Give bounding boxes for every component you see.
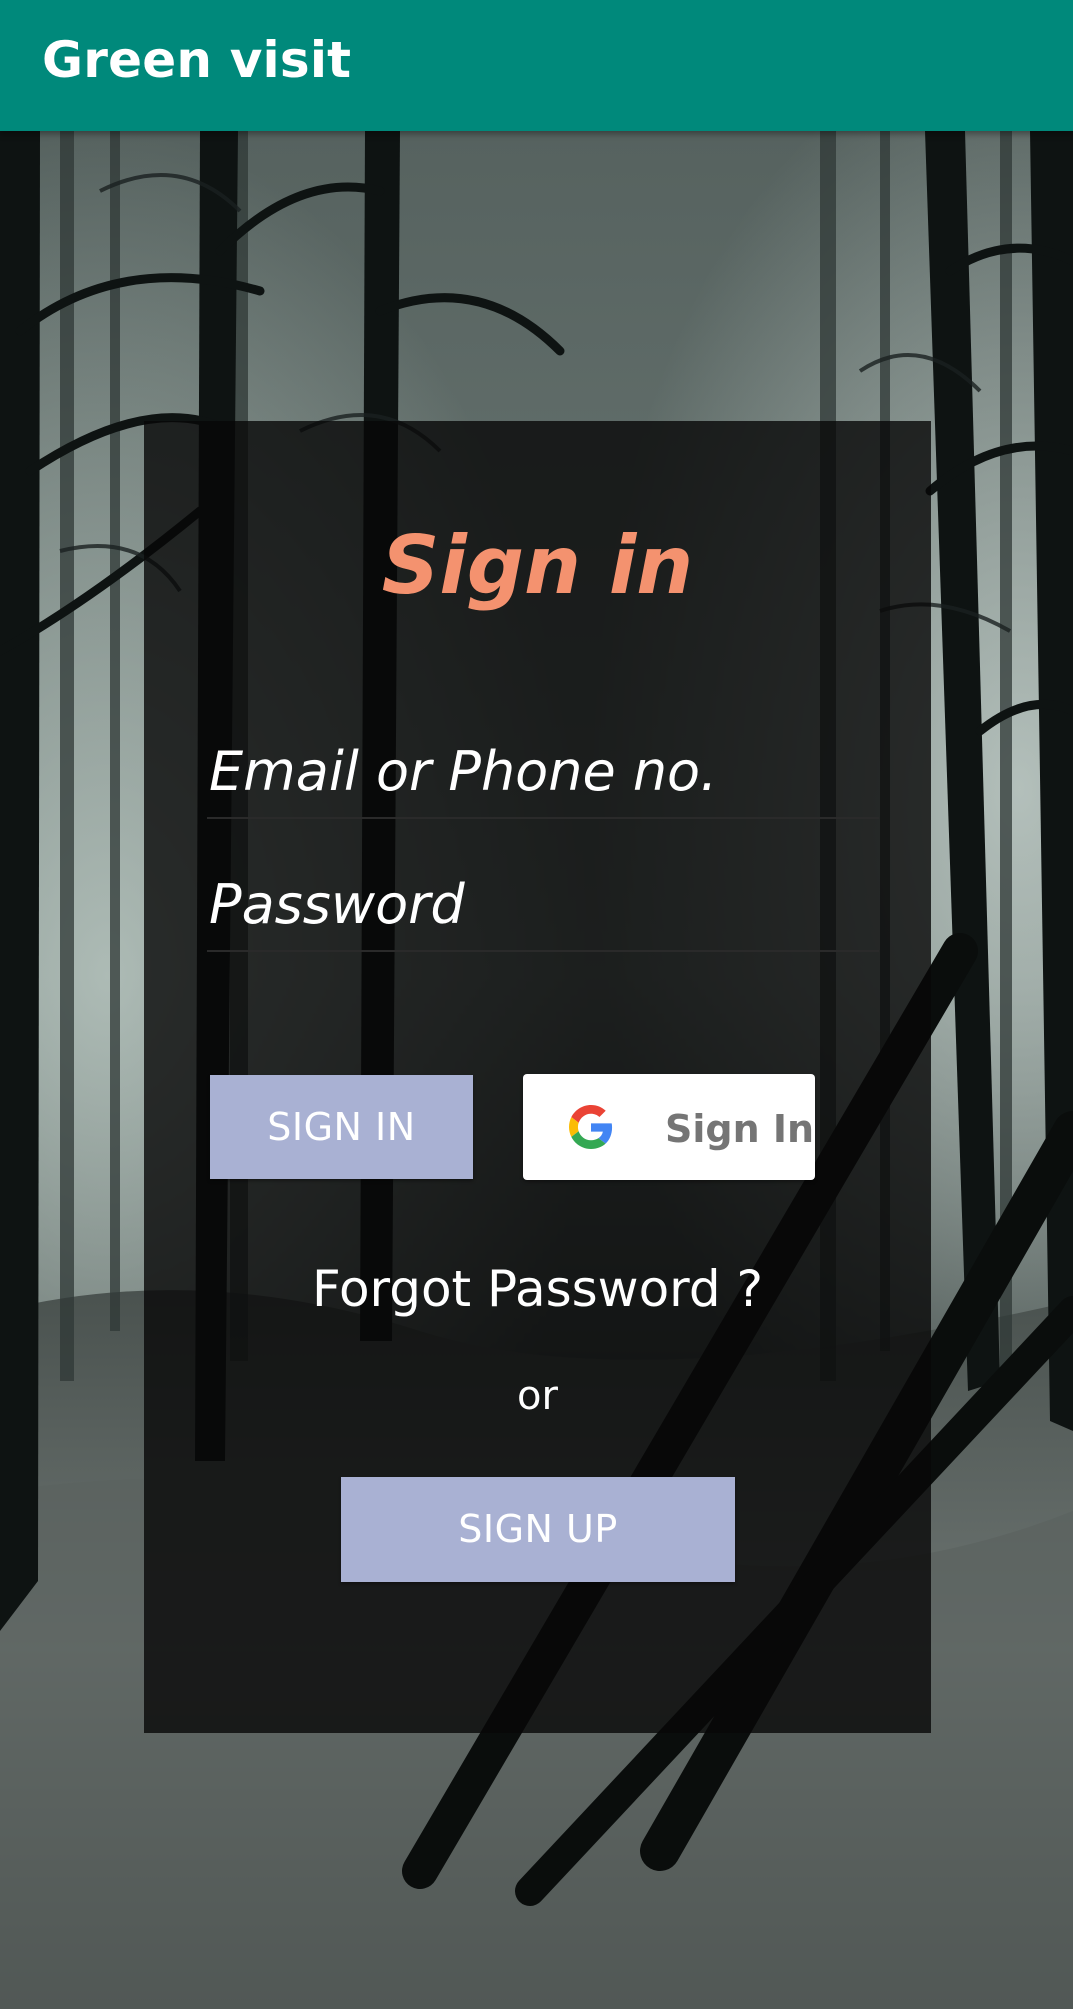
or-separator: or [517,1373,558,1419]
app-title: Green visit [42,31,352,89]
google-sign-in-label: Sign In [665,1107,815,1151]
sign-in-title: Sign in [381,519,694,612]
email-field[interactable] [207,731,879,819]
app-bar: Green visit [0,0,1073,131]
sign-up-button[interactable]: SIGN UP [341,1477,735,1582]
password-field[interactable] [207,864,879,952]
sign-in-button[interactable]: SIGN IN [210,1075,473,1179]
sign-in-card: Sign in SIGN IN Sign In Forgot Password … [144,421,931,1733]
google-sign-in-button[interactable]: Sign In [523,1074,815,1180]
forgot-password-link[interactable]: Forgot Password ? [144,1257,931,1321]
google-g-icon [569,1105,613,1149]
